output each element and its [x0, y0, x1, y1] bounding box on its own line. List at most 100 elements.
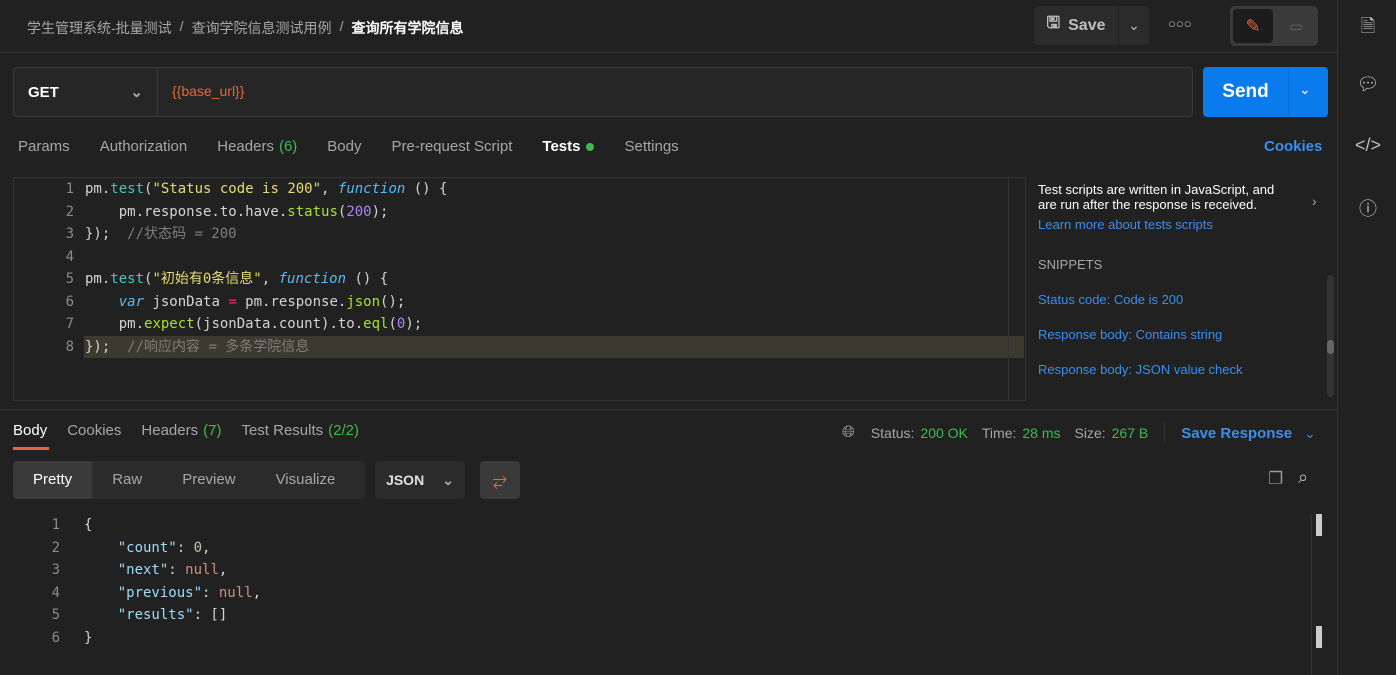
view-raw[interactable]: Raw — [92, 461, 162, 499]
scrollbar-thumb[interactable] — [1316, 626, 1322, 648]
code-line: 3}); //状态码 = 200 — [14, 223, 1024, 246]
tab-headers[interactable]: Headers (6) — [217, 138, 297, 155]
snippets-heading: SNIPPETS — [1038, 257, 1103, 272]
info-icon[interactable]: ⓘ — [1355, 195, 1381, 221]
response-tab-body[interactable]: Body — [13, 422, 47, 439]
tab-count: (6) — [278, 138, 298, 155]
code-token: } — [84, 629, 93, 646]
documentation-icon[interactable]: 🗎 — [1355, 14, 1381, 40]
request-bar: GET ⌄ {{base_url}} — [13, 67, 1193, 117]
line-number: 6 — [51, 629, 60, 646]
tab-tests[interactable]: Tests — [542, 138, 595, 155]
chevron-down-icon[interactable]: ⌄ — [1304, 425, 1316, 442]
line-number: 1 — [65, 181, 74, 197]
code-token: = — [228, 293, 237, 310]
code-token: //响应内容 = 多条学院信息 — [127, 338, 310, 355]
view-visualize[interactable]: Visualize — [256, 461, 356, 499]
format-select[interactable]: JSON ⌄ — [375, 461, 465, 499]
request-tabs: Params Authorization Headers (6) Body Pre-req… — [18, 138, 709, 155]
view-pretty[interactable]: Pretty — [13, 461, 93, 499]
code-token: pm. — [85, 271, 111, 287]
send-button[interactable]: Send — [1203, 67, 1289, 117]
test-script-editor[interactable]: 1 pm.test("Status code is 200", function … — [13, 177, 1025, 401]
code-token: "count" — [117, 539, 177, 556]
response-tabs: Body Cookies Headers (7) Test Results (2/2) — [13, 422, 379, 439]
snippet-item[interactable]: Response body: Contains string — [1038, 327, 1222, 342]
code-line: 7 pm.expect(jsonData.count).to.eql(0); — [14, 313, 1024, 336]
tab-label: Headers — [141, 422, 199, 439]
breadcrumb-item[interactable]: 查询学院信息测试用例 — [192, 18, 332, 38]
code-token: var — [118, 293, 145, 310]
code-token: function — [278, 271, 347, 287]
tab-label: Cookies — [67, 422, 122, 439]
cookies-link[interactable]: Cookies — [1264, 138, 1322, 155]
method-select[interactable]: GET ⌄ — [14, 68, 158, 116]
active-dot — [586, 143, 595, 151]
copy-icon[interactable]: ❐ — [1268, 469, 1283, 489]
chevron-down-icon[interactable]: ⌄ — [1299, 81, 1311, 98]
code-line: 8}); //响应内容 = 多条学院信息 — [66, 335, 1024, 358]
tab-settings[interactable]: Settings — [624, 138, 678, 155]
code-token: , — [261, 271, 279, 287]
code-token: () { — [405, 181, 448, 197]
code-token: , — [218, 562, 228, 578]
code-token: function — [337, 181, 406, 197]
learn-more-link[interactable]: Learn more about tests scripts — [1038, 217, 1213, 232]
code-line: 4 — [14, 246, 1024, 269]
snippet-item[interactable]: Status code: Code is 200 — [1038, 292, 1183, 307]
tab-label: Pre-request Script — [391, 138, 513, 155]
save-button[interactable]: 🖫 Save — [1034, 6, 1118, 45]
ellipsis-icon[interactable]: ○○○ — [1168, 16, 1192, 31]
line-number: 7 — [65, 316, 74, 332]
code-token: test — [110, 271, 145, 287]
save-response-button[interactable]: Save Response — [1181, 425, 1292, 442]
breadcrumb-item[interactable]: 学生管理系统-批量测试 — [27, 18, 172, 38]
code-line: 5 pm.test("初始有0条信息", function () { — [14, 268, 1024, 291]
code-token: ); — [405, 316, 423, 332]
search-icon[interactable]: ⌕ — [1298, 467, 1308, 488]
url-input[interactable]: {{base_url}} — [172, 83, 244, 99]
code-token: null — [218, 584, 253, 601]
code-icon[interactable]: </> — [1355, 135, 1381, 161]
code-token: pm. — [85, 181, 111, 197]
response-tab-cookies[interactable]: Cookies — [67, 422, 121, 439]
comment-icon[interactable]: ▭ — [1278, 9, 1314, 43]
response-tab-headers[interactable]: Headers (7) — [141, 422, 221, 439]
code-token: () { — [346, 271, 389, 287]
code-token: "Status code is 200" — [152, 181, 322, 197]
scrollbar-thumb[interactable] — [1316, 514, 1322, 536]
size-value: 267 B — [1111, 425, 1149, 441]
response-tab-test-results[interactable]: Test Results (2/2) — [241, 422, 359, 439]
code-token: }); — [85, 338, 128, 355]
code-token: //状态码 = 200 — [127, 226, 237, 242]
chevron-right-icon[interactable]: › — [1312, 193, 1317, 209]
wrap-lines-icon[interactable]: ⥂ — [480, 461, 520, 499]
code-token: : [] — [193, 607, 228, 623]
line-number: 2 — [51, 539, 60, 556]
tab-params[interactable]: Params — [18, 138, 70, 155]
comments-icon[interactable]: 💬︎ — [1355, 74, 1381, 100]
response-body[interactable]: 1 {2 "count": 0, 3 "next": null, 4 "previou… — [0, 514, 1322, 675]
code-token: ); — [371, 203, 389, 220]
snippet-item[interactable]: Response body: JSON value check — [1038, 362, 1243, 377]
code-token: ( — [388, 316, 397, 332]
tab-authorization[interactable]: Authorization — [100, 138, 188, 155]
chevron-down-icon: ⌄ — [130, 84, 143, 101]
tab-pre-request-script[interactable]: Pre-request Script — [392, 138, 513, 155]
code-token: "next" — [117, 562, 169, 578]
tab-label: Test Results — [241, 422, 324, 439]
tab-body[interactable]: Body — [327, 138, 361, 155]
view-preview[interactable]: Preview — [162, 461, 255, 499]
code-token: pm.response.to.have. — [85, 203, 288, 220]
snippets-scrollbar[interactable] — [1327, 275, 1334, 397]
tab-count: (7) — [203, 422, 222, 439]
save-dropdown-button[interactable]: ⌄ — [1119, 6, 1149, 45]
code-token: { — [84, 517, 93, 533]
line-number: 3 — [51, 562, 60, 578]
send-button-group: Send ⌄ — [1203, 67, 1328, 117]
pencil-icon[interactable]: ✎ — [1233, 9, 1273, 43]
active-tab-indicator — [13, 447, 49, 450]
code-token: pm.response. — [236, 293, 347, 310]
